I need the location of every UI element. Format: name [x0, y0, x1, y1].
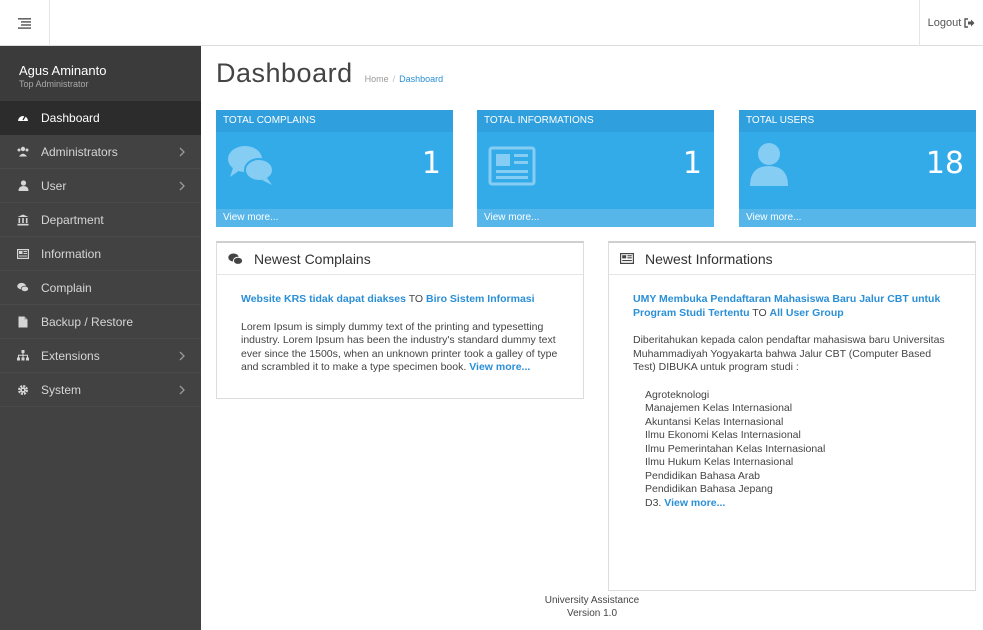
footer-version: Version 1.0 — [566, 608, 618, 619]
newest-informations-panel: Newest Informations UMY Membuka Pendafta… — [608, 241, 976, 591]
stat-value: 1 — [421, 146, 441, 181]
to-label: TO — [408, 293, 424, 305]
stat-box-informations: TOTAL INFORMATIONS 1 View more... — [477, 110, 714, 227]
file-icon — [17, 316, 29, 328]
list-item: Akuntansi Kelas Internasional — [645, 415, 784, 428]
sidebar-item-dashboard[interactable]: Dashboard — [0, 101, 201, 135]
user-role: Top Administrator — [19, 79, 89, 89]
breadcrumb: Home / Dashboard — [365, 74, 444, 84]
page-footer: University Assistance Version 1.0 — [201, 594, 983, 620]
sidebar-item-complain[interactable]: Complain — [0, 271, 201, 305]
complain-excerpt: Lorem Ipsum is simply dummy text of the … — [241, 321, 559, 375]
chevron-right-icon — [179, 351, 185, 361]
to-label: TO — [752, 306, 767, 319]
list-icon — [18, 17, 31, 29]
newspaper-icon — [620, 253, 634, 264]
list-item-text: D3. — [645, 496, 662, 509]
sidebar-item-information[interactable]: Information — [0, 237, 201, 271]
sidebar-item-label: Dashboard — [41, 110, 100, 125]
information-recipient-link[interactable]: All User Group — [770, 307, 844, 319]
sidebar-item-label: Department — [41, 212, 104, 227]
user-icon — [750, 143, 788, 186]
breadcrumb-home-link[interactable]: Home — [365, 74, 389, 84]
sitemap-icon — [17, 350, 29, 362]
list-item: Manajemen Kelas Internasional — [645, 402, 793, 414]
complain-heading: Website KRS tidak dapat diakses TO Biro … — [241, 293, 559, 307]
tachometer-icon — [17, 112, 29, 124]
main-content: Dashboard Home / Dashboard TOTAL COMPLAINS… — [201, 46, 983, 630]
bank-icon — [17, 214, 29, 226]
sidebar-item-system[interactable]: System — [0, 373, 201, 407]
information-heading: UMY Membuka Pendaftaran Mahasiswa Baru J… — [633, 293, 951, 320]
view-more-link[interactable]: View more... — [664, 497, 725, 509]
user-icon — [17, 180, 29, 192]
view-more-link[interactable]: View more... — [477, 209, 714, 227]
list-item: Agroteknologi — [645, 388, 710, 401]
list-item: Pendidikan Bahasa Jepang — [645, 483, 773, 495]
complain-recipient-link[interactable]: Biro Sistem Informasi — [426, 293, 535, 305]
list-item: Ilmu Pemerintahan Kelas Internasional — [645, 442, 826, 455]
information-text: Diberitahukan kepada calon pendaftar mah… — [633, 334, 945, 373]
newest-complains-panel: Newest Complains Website KRS tidak dapat… — [216, 241, 584, 399]
program-list: Agroteknologi Manajemen Kelas Internasio… — [633, 389, 951, 511]
logout-label: Logout — [927, 17, 962, 29]
logout-button[interactable]: Logout — [919, 0, 983, 46]
stat-box-complains: TOTAL COMPLAINS 1 View more... — [216, 110, 453, 227]
stat-label: TOTAL COMPLAINS — [216, 110, 453, 132]
sidebar-item-backup-restore[interactable]: Backup / Restore — [0, 305, 201, 339]
sidebar-item-label: System — [41, 382, 82, 397]
page-header: Dashboard Home / Dashboard — [216, 58, 443, 89]
breadcrumb-separator: / — [392, 74, 396, 84]
panel-title: Newest Complains — [254, 250, 371, 267]
user-panel: Agus Aminanto Top Administrator — [0, 46, 201, 101]
stat-value: 1 — [682, 146, 702, 181]
page-title: Dashboard — [216, 58, 353, 88]
user-name: Agus Aminanto — [19, 63, 107, 78]
breadcrumb-current: Dashboard — [399, 74, 444, 84]
sidebar-item-label: User — [41, 178, 67, 193]
sidebar-item-administrators[interactable]: Administrators — [0, 135, 201, 169]
sidebar-toggle-button[interactable] — [0, 0, 50, 46]
list-item: Ilmu Ekonomi Kelas Internasional — [645, 429, 801, 441]
list-item: Pendidikan Bahasa Arab — [645, 469, 761, 482]
sidebar-item-label: Administrators — [41, 144, 118, 159]
stat-label: TOTAL INFORMATIONS — [477, 110, 714, 132]
gear-icon — [17, 384, 29, 396]
footer-app-name: University Assistance — [544, 595, 640, 606]
sidebar: Agus Aminanto Top Administrator Dashboar… — [0, 46, 201, 630]
top-navbar: Logout — [0, 0, 983, 46]
sidebar-item-extensions[interactable]: Extensions — [0, 339, 201, 373]
users-icon — [17, 146, 29, 158]
sidebar-item-label: Complain — [41, 280, 92, 295]
sign-out-icon — [964, 18, 975, 28]
stat-box-users: TOTAL USERS 18 View more... — [739, 110, 976, 227]
chevron-right-icon — [179, 181, 185, 191]
list-item: Ilmu Hukum Kelas Internasional — [645, 456, 794, 468]
sidebar-item-label: Extensions — [41, 348, 100, 363]
sidebar-item-department[interactable]: Department — [0, 203, 201, 237]
newspaper-icon — [488, 146, 536, 186]
panel-title: Newest Informations — [645, 250, 773, 267]
sidebar-item-label: Backup / Restore — [41, 314, 134, 329]
complain-title-link[interactable]: Website KRS tidak dapat diakses — [241, 293, 406, 305]
stat-value: 18 — [925, 146, 964, 181]
list-item-last: D3. View more... — [645, 497, 951, 511]
comments-icon — [228, 253, 243, 265]
chevron-right-icon — [179, 147, 185, 157]
view-more-link[interactable]: View more... — [739, 209, 976, 227]
chevron-right-icon — [179, 385, 185, 395]
view-more-link[interactable]: View more... — [216, 209, 453, 227]
comments-icon — [17, 282, 29, 294]
comments-icon — [228, 146, 274, 185]
newspaper-icon — [17, 248, 29, 260]
stat-label: TOTAL USERS — [739, 110, 976, 132]
sidebar-item-user[interactable]: User — [0, 169, 201, 203]
sidebar-item-label: Information — [41, 246, 102, 261]
view-more-link[interactable]: View more... — [469, 361, 530, 373]
